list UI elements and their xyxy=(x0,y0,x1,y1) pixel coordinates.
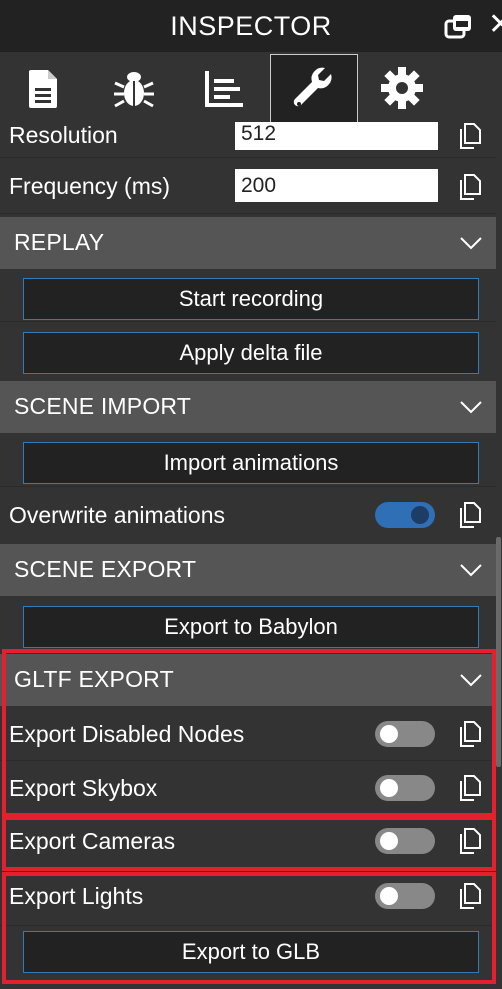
resolution-label: Resolution xyxy=(9,122,118,148)
frequency-input[interactable] xyxy=(235,169,438,202)
export-lights-row: Export Lights xyxy=(0,874,496,926)
overwrite-animations-toggle[interactable] xyxy=(375,502,435,528)
gear-icon xyxy=(381,67,423,109)
export-to-glb-button[interactable]: Export to GLB xyxy=(23,931,479,973)
export-skybox-row: Export Skybox xyxy=(0,762,496,815)
resolution-input[interactable] xyxy=(235,122,438,150)
export-cameras-label: Export Cameras xyxy=(9,828,176,854)
bug-icon xyxy=(114,72,154,108)
tab-debug[interactable] xyxy=(90,54,178,122)
scene-import-title: SCENE IMPORT xyxy=(14,393,192,419)
export-cameras-row: Export Cameras xyxy=(0,818,496,869)
frequency-row: Frequency (ms) xyxy=(0,159,496,214)
scene-import-header[interactable]: SCENE IMPORT xyxy=(0,381,496,433)
copy-icon[interactable] xyxy=(458,721,482,747)
gltf-export-header[interactable]: GLTF EXPORT xyxy=(0,654,496,706)
chart-icon xyxy=(205,71,243,107)
chevron-down-icon xyxy=(460,237,482,250)
import-animations-row: Import animations xyxy=(0,433,496,487)
title-bar: INSPECTOR ✕ xyxy=(0,0,502,52)
gltf-export-title: GLTF EXPORT xyxy=(14,666,174,692)
tab-settings[interactable] xyxy=(358,54,446,122)
frequency-label: Frequency (ms) xyxy=(9,173,171,199)
start-recording-row: Start recording xyxy=(0,269,496,322)
export-skybox-label: Export Skybox xyxy=(9,775,158,801)
popout-icon[interactable] xyxy=(444,13,474,41)
export-lights-label: Export Lights xyxy=(9,883,144,909)
replay-title: REPLAY xyxy=(14,229,105,255)
overwrite-animations-row: Overwrite animations xyxy=(0,488,496,541)
apply-delta-row: Apply delta file xyxy=(0,323,496,376)
export-skybox-toggle[interactable] xyxy=(375,775,435,801)
tab-properties[interactable] xyxy=(0,54,88,122)
export-disabled-nodes-label: Export Disabled Nodes xyxy=(9,721,245,747)
export-to-babylon-button[interactable]: Export to Babylon xyxy=(23,606,479,648)
chevron-down-icon xyxy=(460,401,482,414)
wrench-icon xyxy=(293,67,332,106)
start-recording-button[interactable]: Start recording xyxy=(23,278,479,320)
apply-delta-file-button[interactable]: Apply delta file xyxy=(23,332,479,374)
export-disabled-nodes-row: Export Disabled Nodes xyxy=(0,708,496,761)
replay-header[interactable]: REPLAY xyxy=(0,217,496,269)
copy-icon[interactable] xyxy=(458,502,482,528)
chevron-down-icon xyxy=(460,674,482,687)
copy-icon[interactable] xyxy=(458,775,482,801)
scene-export-title: SCENE EXPORT xyxy=(14,556,197,582)
export-disabled-nodes-toggle[interactable] xyxy=(375,721,435,747)
tab-bar xyxy=(0,52,502,122)
close-icon[interactable]: ✕ xyxy=(488,10,502,40)
export-glb-row: Export to GLB xyxy=(0,927,496,982)
resolution-row: Resolution xyxy=(0,122,496,158)
import-animations-button[interactable]: Import animations xyxy=(23,442,479,484)
chevron-down-icon xyxy=(460,564,482,577)
scene-export-header[interactable]: SCENE EXPORT xyxy=(0,544,496,596)
document-icon xyxy=(29,70,57,108)
copy-icon[interactable] xyxy=(458,883,482,909)
overwrite-animations-label: Overwrite animations xyxy=(9,502,226,528)
copy-icon[interactable] xyxy=(458,828,482,854)
tab-tools[interactable] xyxy=(270,54,358,122)
window-title: INSPECTOR xyxy=(170,10,332,41)
scrollbar[interactable] xyxy=(496,537,501,767)
export-cameras-toggle[interactable] xyxy=(375,828,435,854)
tab-statistics[interactable] xyxy=(180,54,268,122)
copy-icon[interactable] xyxy=(458,174,482,200)
inspector-content: Resolution Frequency (ms) REPLAY Start r… xyxy=(0,122,502,989)
export-lights-toggle[interactable] xyxy=(375,883,435,909)
export-babylon-row: Export to Babylon xyxy=(0,596,496,651)
copy-icon[interactable] xyxy=(458,123,482,149)
